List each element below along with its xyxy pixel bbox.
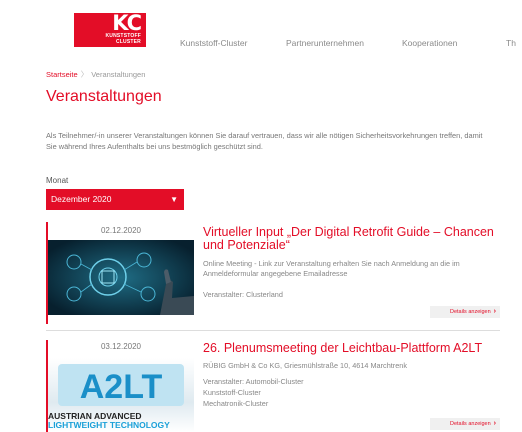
breadcrumb-home[interactable]: Startseite: [46, 70, 78, 79]
breadcrumb-current: Veranstaltungen: [91, 70, 146, 79]
event-organizer: Veranstalter: Clusterland: [203, 290, 283, 299]
event-image[interactable]: [48, 240, 194, 315]
details-label: Details anzeigen: [449, 421, 491, 427]
event-organizer: Mechatronik-Cluster: [203, 399, 269, 408]
event-description: RÜBIG GmbH & Co KG, Griesmühlstraße 10, …: [203, 361, 407, 370]
chevron-down-icon: ▼: [170, 195, 178, 204]
nav-item-kunststoff-cluster[interactable]: Kunststoff-Cluster: [180, 38, 247, 48]
event-organizer: Kunststoff-Cluster: [203, 388, 261, 397]
event-organizer: Veranstalter: Automobil-Cluster: [203, 377, 304, 386]
logo-main: KC: [112, 11, 142, 35]
event-image[interactable]: A2LT AUSTRIAN ADVANCED LIGHTWEIGHT TECHN…: [48, 358, 194, 432]
event-date: 02.12.2020: [100, 226, 142, 235]
chevron-right-icon: ›: [493, 308, 496, 315]
breadcrumb: Startseite 〉 Veranstaltungen: [46, 69, 145, 80]
nav-item-themen[interactable]: Th: [506, 38, 516, 48]
event-item: 02.12.2020 Virtueller Input „Der Digital…: [46, 222, 500, 324]
chevron-right-icon: ›: [493, 420, 496, 427]
event-date: 03.12.2020: [100, 342, 142, 351]
details-button[interactable]: Details anzeigen ›: [430, 306, 500, 318]
nav-item-kooperationen[interactable]: Kooperationen: [402, 38, 457, 48]
intro-text: Als Teilnehmer/-in unserer Veranstaltung…: [46, 131, 483, 151]
month-select[interactable]: Dezember 2020 ▼: [46, 189, 184, 210]
event-title[interactable]: 26. Plenumsmeeting der Leichtbau-Plattfo…: [203, 342, 499, 355]
details-label: Details anzeigen: [449, 309, 491, 315]
event-divider: [46, 330, 500, 331]
digital-retrofit-image: [48, 240, 194, 315]
month-label: Monat: [46, 176, 69, 185]
details-button[interactable]: Details anzeigen ›: [430, 418, 500, 430]
month-selected-value: Dezember 2020: [51, 194, 112, 204]
event-title[interactable]: Virtueller Input „Der Digital Retrofit G…: [203, 226, 499, 252]
a2lt-logo-image: A2LT: [58, 364, 184, 406]
site-header: KC KUNSTSTOFF CLUSTER Kunststoff-Cluster…: [0, 0, 522, 52]
nav-item-partnerunternehmen[interactable]: Partnerunternehmen: [286, 38, 364, 48]
breadcrumb-separator: 〉: [80, 70, 89, 79]
main-nav: Kunststoff-Cluster Partnerunternehmen Ko…: [0, 38, 522, 52]
page-title: Veranstaltungen: [46, 88, 162, 105]
event-description: Online Meeting - Link zur Veranstaltung …: [203, 259, 460, 278]
event-item: 03.12.2020 A2LT AUSTRIAN ADVANCED LIGHTW…: [46, 340, 500, 432]
a2lt-mark: A2LT: [80, 368, 163, 406]
a2lt-text-line2: LIGHTWEIGHT TECHNOLOGY: [48, 420, 170, 430]
